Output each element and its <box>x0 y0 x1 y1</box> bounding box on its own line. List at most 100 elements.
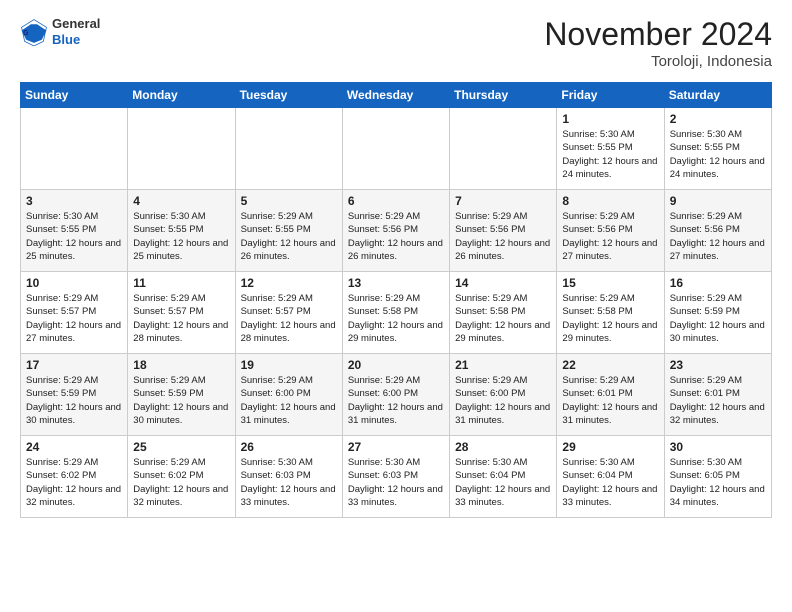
day-info: Sunrise: 5:30 AM Sunset: 6:04 PM Dayligh… <box>562 456 658 509</box>
week-row-3: 17 Sunrise: 5:29 AM Sunset: 5:59 PM Dayli… <box>21 354 772 436</box>
day-info: Sunrise: 5:29 AM Sunset: 6:00 PM Dayligh… <box>348 374 444 427</box>
week-row-1: 3Sunrise: 5:30 AM Sunset: 5:55 PM Daylig… <box>21 190 772 272</box>
table-cell: 10 Sunrise: 5:29 AM Sunset: 5:57 PM Dayli… <box>21 272 128 354</box>
day-info: Sunrise: 5:29 AM Sunset: 5:58 PM Dayligh… <box>455 292 551 345</box>
day-info: Sunrise: 5:30 AM Sunset: 6:03 PM Dayligh… <box>348 456 444 509</box>
day-info: Sunrise: 5:30 AM Sunset: 5:55 PM Dayligh… <box>26 210 122 263</box>
header-monday: Monday <box>128 83 235 108</box>
table-cell: 27 Sunrise: 5:30 AM Sunset: 6:03 PM Dayli… <box>342 436 449 518</box>
location: Toroloji, Indonesia <box>544 53 772 70</box>
week-row-4: 24 Sunrise: 5:29 AM Sunset: 6:02 PM Dayli… <box>21 436 772 518</box>
table-cell: 17 Sunrise: 5:29 AM Sunset: 5:59 PM Dayli… <box>21 354 128 436</box>
logo-blue: Blue <box>52 32 100 48</box>
table-cell: 11 Sunrise: 5:29 AM Sunset: 5:57 PM Dayli… <box>128 272 235 354</box>
day-number: 15 <box>562 276 658 290</box>
table-cell: 7 Sunrise: 5:29 AM Sunset: 5:56 PM Daylig… <box>450 190 557 272</box>
table-cell: 16 Sunrise: 5:29 AM Sunset: 5:59 PM Dayli… <box>664 272 771 354</box>
table-cell <box>21 108 128 190</box>
logo-general: General <box>52 16 100 32</box>
table-cell: 15 Sunrise: 5:29 AM Sunset: 5:58 PM Dayli… <box>557 272 664 354</box>
page: G General Blue November 2024 Toroloji, I… <box>0 0 792 534</box>
day-info: Sunrise: 5:29 AM Sunset: 5:58 PM Dayligh… <box>562 292 658 345</box>
month-title: November 2024 <box>544 16 772 53</box>
day-number: 20 <box>348 358 444 372</box>
table-cell: 9Sunrise: 5:29 AM Sunset: 5:56 PM Daylig… <box>664 190 771 272</box>
day-number: 4 <box>133 194 229 208</box>
table-cell <box>342 108 449 190</box>
table-cell: 26Sunrise: 5:30 AM Sunset: 6:03 PM Dayli… <box>235 436 342 518</box>
day-info: Sunrise: 5:30 AM Sunset: 5:55 PM Dayligh… <box>562 128 658 181</box>
weekday-header-row: Sunday Monday Tuesday Wednesday Thursday… <box>21 83 772 108</box>
day-number: 13 <box>348 276 444 290</box>
header-thursday: Thursday <box>450 83 557 108</box>
table-cell <box>235 108 342 190</box>
day-number: 11 <box>133 276 229 290</box>
day-number: 10 <box>26 276 122 290</box>
day-number: 1 <box>562 112 658 126</box>
day-info: Sunrise: 5:29 AM Sunset: 5:59 PM Dayligh… <box>670 292 766 345</box>
table-cell: 8 Sunrise: 5:29 AM Sunset: 5:56 PM Daylig… <box>557 190 664 272</box>
logo: G General Blue <box>20 16 100 47</box>
day-number: 17 <box>26 358 122 372</box>
day-info: Sunrise: 5:29 AM Sunset: 6:01 PM Dayligh… <box>670 374 766 427</box>
day-info: Sunrise: 5:29 AM Sunset: 5:58 PM Dayligh… <box>348 292 444 345</box>
table-cell: 22Sunrise: 5:29 AM Sunset: 6:01 PM Dayli… <box>557 354 664 436</box>
day-number: 9 <box>670 194 766 208</box>
table-cell: 6Sunrise: 5:29 AM Sunset: 5:56 PM Daylig… <box>342 190 449 272</box>
table-cell: 24Sunrise: 5:29 AM Sunset: 6:02 PM Dayli… <box>21 436 128 518</box>
table-cell: 28Sunrise: 5:30 AM Sunset: 6:04 PM Dayli… <box>450 436 557 518</box>
day-number: 14 <box>455 276 551 290</box>
table-cell: 14 Sunrise: 5:29 AM Sunset: 5:58 PM Dayli… <box>450 272 557 354</box>
day-number: 26 <box>241 440 337 454</box>
day-info: Sunrise: 5:30 AM Sunset: 6:04 PM Dayligh… <box>455 456 551 509</box>
day-info: Sunrise: 5:29 AM Sunset: 6:02 PM Dayligh… <box>133 456 229 509</box>
day-info: Sunrise: 5:29 AM Sunset: 5:57 PM Dayligh… <box>133 292 229 345</box>
day-number: 12 <box>241 276 337 290</box>
day-number: 5 <box>241 194 337 208</box>
day-info: Sunrise: 5:29 AM Sunset: 5:59 PM Dayligh… <box>26 374 122 427</box>
header-sunday: Sunday <box>21 83 128 108</box>
day-number: 23 <box>670 358 766 372</box>
day-number: 27 <box>348 440 444 454</box>
table-cell <box>128 108 235 190</box>
day-number: 25 <box>133 440 229 454</box>
title-block: November 2024 Toroloji, Indonesia <box>544 16 772 70</box>
day-number: 7 <box>455 194 551 208</box>
week-row-2: 10 Sunrise: 5:29 AM Sunset: 5:57 PM Dayli… <box>21 272 772 354</box>
header-saturday: Saturday <box>664 83 771 108</box>
table-cell: 23 Sunrise: 5:29 AM Sunset: 6:01 PM Dayli… <box>664 354 771 436</box>
day-info: Sunrise: 5:29 AM Sunset: 5:56 PM Dayligh… <box>455 210 551 263</box>
logo-icon: G <box>20 18 48 46</box>
table-cell: 1 Sunrise: 5:30 AM Sunset: 5:55 PM Daylig… <box>557 108 664 190</box>
day-number: 22 <box>562 358 658 372</box>
header-friday: Friday <box>557 83 664 108</box>
day-info: Sunrise: 5:29 AM Sunset: 5:57 PM Dayligh… <box>26 292 122 345</box>
day-info: Sunrise: 5:29 AM Sunset: 5:57 PM Dayligh… <box>241 292 337 345</box>
day-number: 24 <box>26 440 122 454</box>
svg-text:G: G <box>23 30 29 37</box>
day-number: 2 <box>670 112 766 126</box>
day-number: 8 <box>562 194 658 208</box>
day-number: 16 <box>670 276 766 290</box>
day-number: 30 <box>670 440 766 454</box>
table-cell: 2Sunrise: 5:30 AM Sunset: 5:55 PM Daylig… <box>664 108 771 190</box>
table-cell: 29Sunrise: 5:30 AM Sunset: 6:04 PM Dayli… <box>557 436 664 518</box>
logo-text: General Blue <box>52 16 100 47</box>
table-cell: 30 Sunrise: 5:30 AM Sunset: 6:05 PM Dayli… <box>664 436 771 518</box>
day-info: Sunrise: 5:29 AM Sunset: 5:56 PM Dayligh… <box>348 210 444 263</box>
table-cell: 3Sunrise: 5:30 AM Sunset: 5:55 PM Daylig… <box>21 190 128 272</box>
day-number: 21 <box>455 358 551 372</box>
table-cell: 20 Sunrise: 5:29 AM Sunset: 6:00 PM Dayli… <box>342 354 449 436</box>
day-number: 18 <box>133 358 229 372</box>
calendar-table: Sunday Monday Tuesday Wednesday Thursday… <box>20 82 772 518</box>
table-cell: 5Sunrise: 5:29 AM Sunset: 5:55 PM Daylig… <box>235 190 342 272</box>
day-info: Sunrise: 5:29 AM Sunset: 6:00 PM Dayligh… <box>455 374 551 427</box>
table-cell: 25 Sunrise: 5:29 AM Sunset: 6:02 PM Dayli… <box>128 436 235 518</box>
table-cell: 21 Sunrise: 5:29 AM Sunset: 6:00 PM Dayli… <box>450 354 557 436</box>
header-tuesday: Tuesday <box>235 83 342 108</box>
day-info: Sunrise: 5:29 AM Sunset: 5:56 PM Dayligh… <box>562 210 658 263</box>
day-info: Sunrise: 5:29 AM Sunset: 6:00 PM Dayligh… <box>241 374 337 427</box>
day-info: Sunrise: 5:30 AM Sunset: 6:05 PM Dayligh… <box>670 456 766 509</box>
day-number: 19 <box>241 358 337 372</box>
day-info: Sunrise: 5:29 AM Sunset: 5:59 PM Dayligh… <box>133 374 229 427</box>
